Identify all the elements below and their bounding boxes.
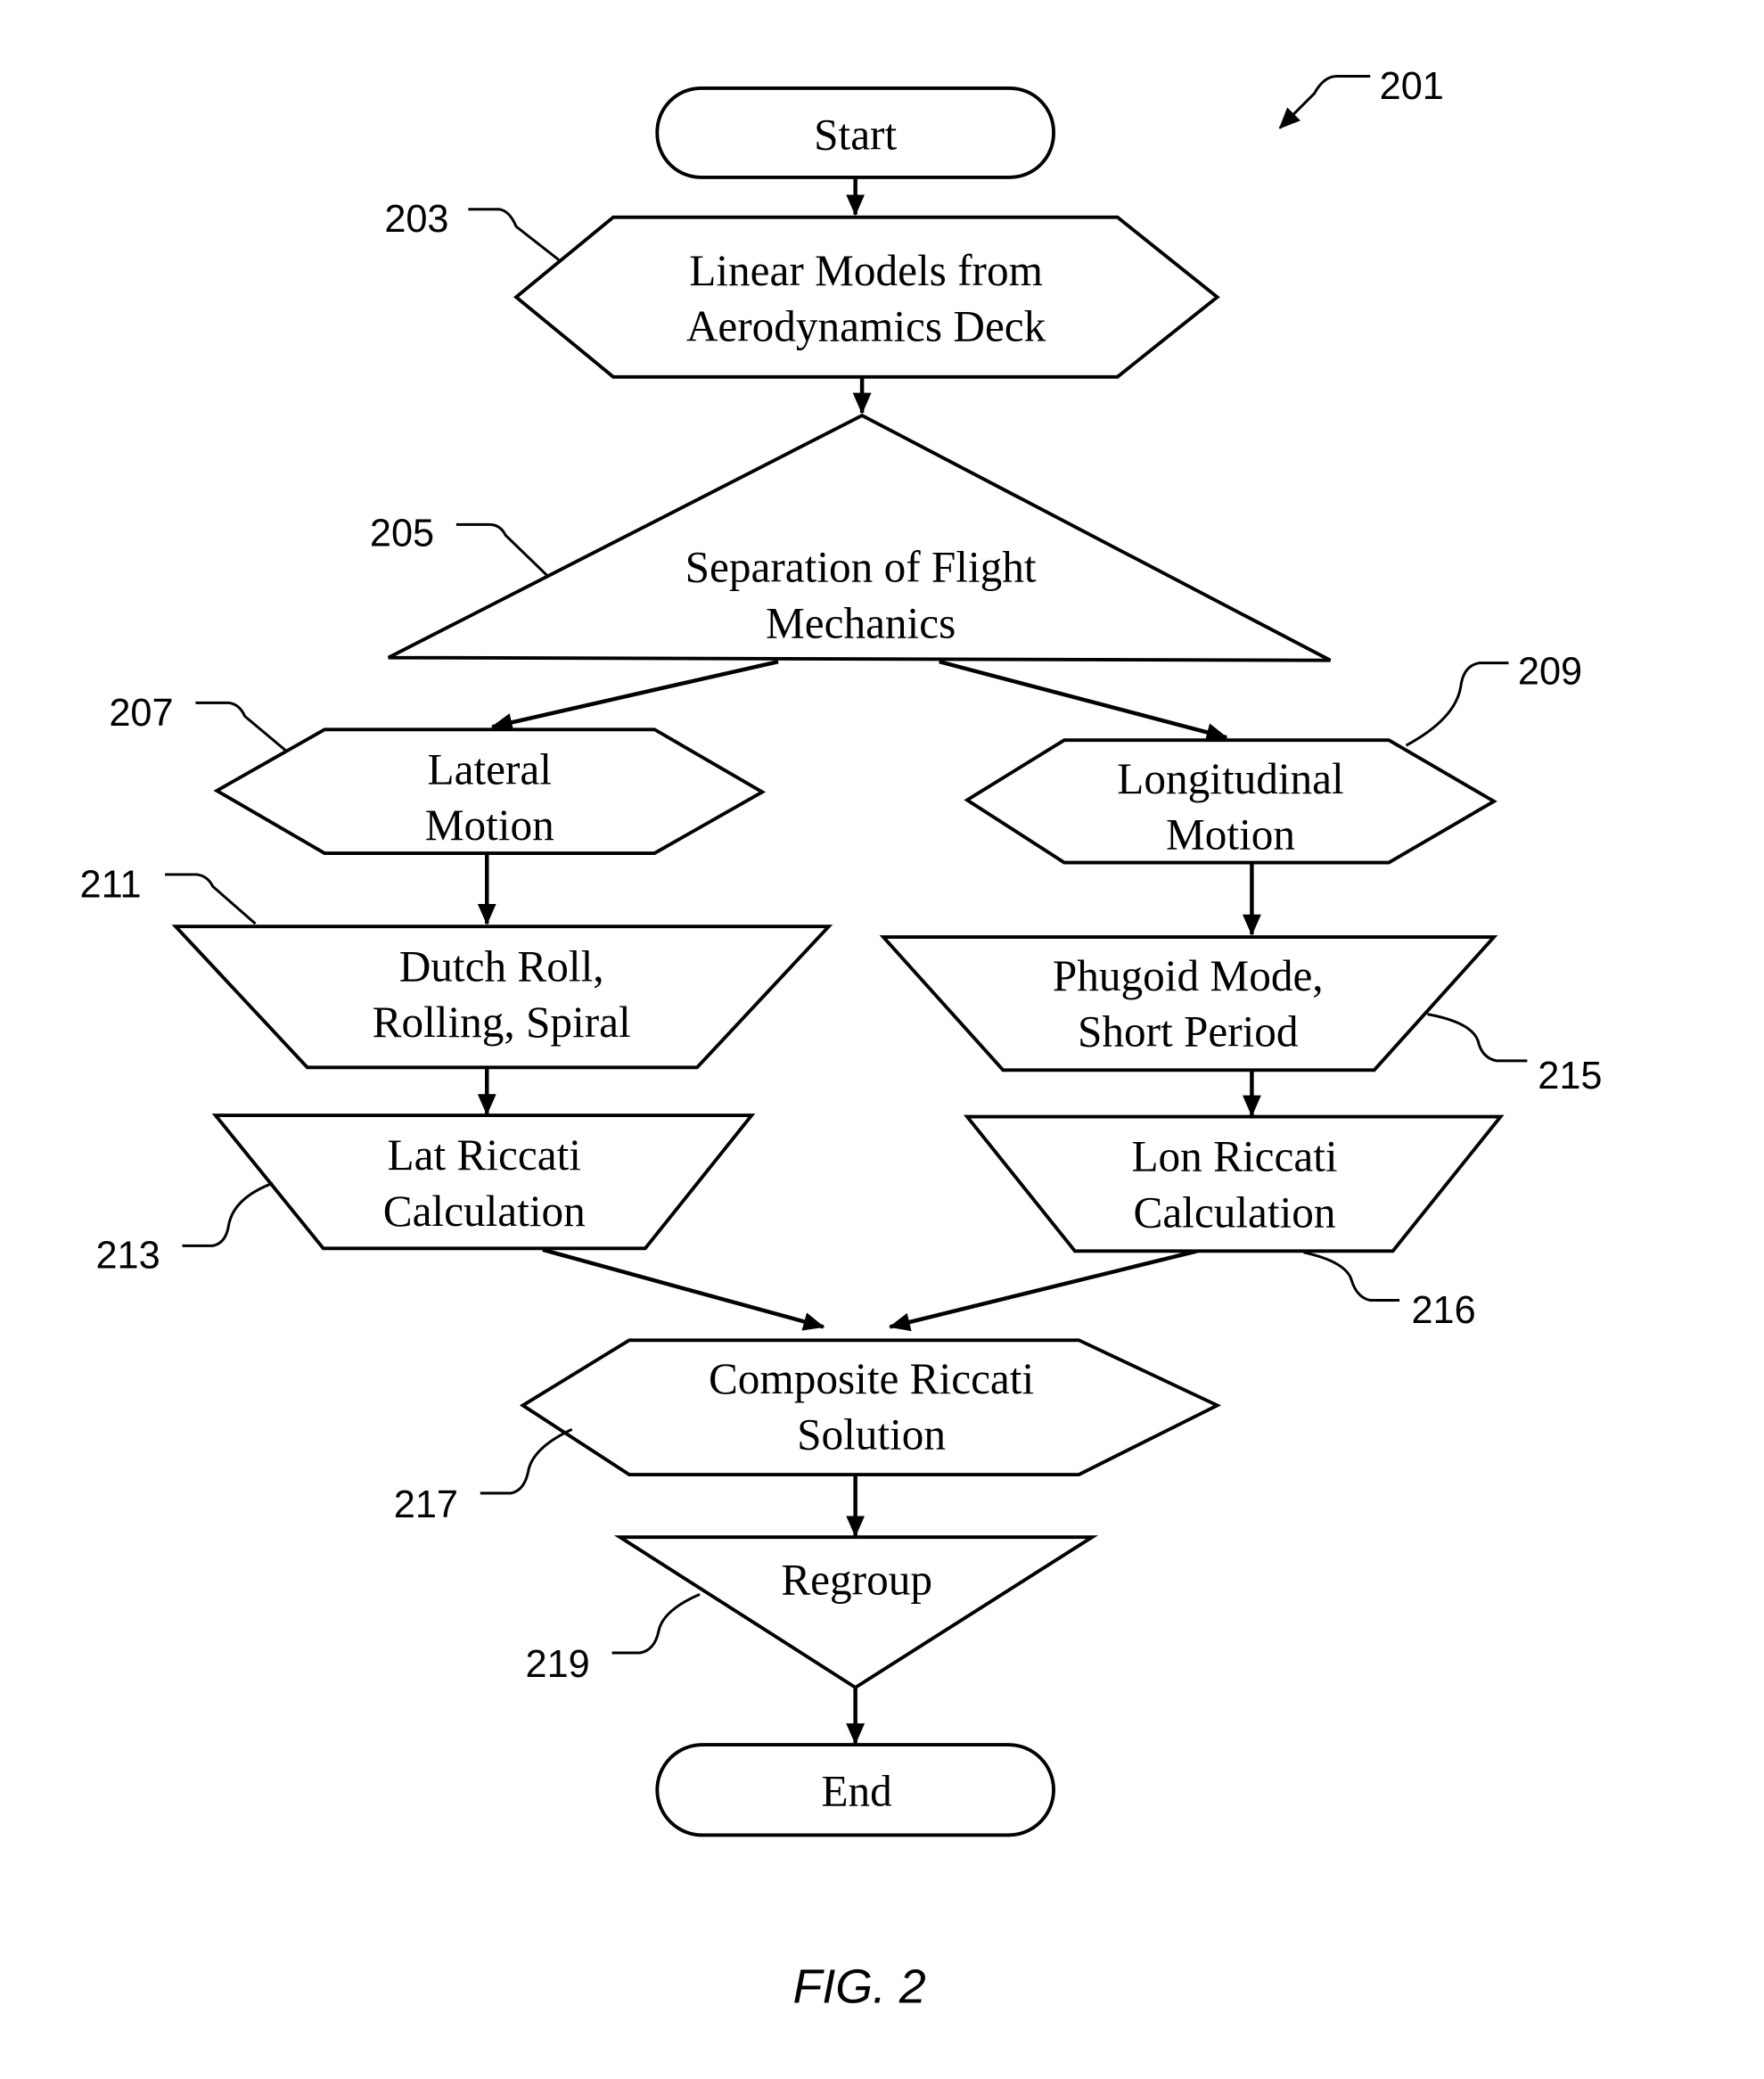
node-phugoid-line-1: Phugoid Mode, <box>1053 951 1324 1000</box>
leader-line <box>1427 1013 1528 1063</box>
node-longitudinal-motion[interactable]: Longitudinal Motion <box>964 738 1497 865</box>
node-start-label: Start <box>814 111 897 160</box>
reference-arrow-icon <box>1278 74 1371 129</box>
node-linear-models[interactable]: Linear Models from Aerodynamics Deck <box>513 215 1220 379</box>
ref-label-215: 215 <box>1427 1013 1602 1097</box>
hexagon-shape <box>513 215 1220 379</box>
node-longitudinal-motion-line-1: Longitudinal <box>1117 754 1343 803</box>
node-end[interactable]: End <box>655 1743 1055 1837</box>
node-separation-line-1: Separation of Flight <box>685 543 1037 592</box>
edge-lat-riccati-to-composite <box>542 1247 825 1331</box>
edge-separation-to-lateral <box>490 659 779 732</box>
node-dutch-roll-line-1: Dutch Roll, <box>399 941 604 990</box>
ref-number: 213 <box>95 1235 160 1278</box>
ref-number: 205 <box>370 512 434 555</box>
node-lon-riccati-line-1: Lon Riccati <box>1131 1132 1337 1181</box>
figure-reference-201: 201 <box>1278 65 1444 129</box>
ref-number: 215 <box>1538 1055 1602 1097</box>
ref-label-217: 217 <box>394 1427 573 1526</box>
node-lat-riccati[interactable]: Lat Riccati Calculation <box>211 1113 756 1251</box>
node-regroup-label: Regroup <box>781 1555 932 1604</box>
node-composite-riccati-line-2: Solution <box>797 1410 946 1459</box>
leader-line <box>165 873 257 925</box>
leader-line <box>182 1181 274 1247</box>
node-lateral-motion-line-2: Motion <box>425 801 554 850</box>
node-lon-riccati[interactable]: Lon Riccati Calculation <box>963 1114 1505 1253</box>
node-separation-line-2: Mechanics <box>766 598 956 647</box>
edge-separation-to-longitudinal <box>939 659 1228 742</box>
ref-number: 211 <box>80 863 142 906</box>
node-phugoid-line-2: Short Period <box>1078 1007 1299 1056</box>
leader-line <box>480 1427 573 1495</box>
node-linear-models-line-2: Aerodynamics Deck <box>686 301 1046 350</box>
node-end-label: End <box>821 1767 892 1816</box>
ref-label-211: 211 <box>80 863 257 925</box>
ref-number: 209 <box>1518 651 1582 694</box>
ref-label-209: 209 <box>1405 651 1582 747</box>
ref-number: 203 <box>384 198 448 241</box>
node-dutch-roll-line-2: Rolling, Spiral <box>373 998 631 1047</box>
node-phugoid[interactable]: Phugoid Mode, Short Period <box>879 935 1498 1072</box>
node-lat-riccati-line-2: Calculation <box>383 1187 586 1236</box>
leader-line <box>1405 662 1509 747</box>
node-start[interactable]: Start <box>655 86 1055 179</box>
leader-line <box>611 1592 701 1655</box>
ref-label-203: 203 <box>384 198 560 261</box>
figure-reference-label: 201 <box>1380 65 1444 108</box>
ref-number: 207 <box>109 692 173 735</box>
ref-label-205: 205 <box>370 512 548 577</box>
leader-line <box>455 522 548 577</box>
leader-line <box>195 701 287 752</box>
node-dutch-roll[interactable]: Dutch Roll, Rolling, Spiral <box>171 924 833 1070</box>
leader-line <box>468 208 560 261</box>
node-linear-models-line-1: Linear Models from <box>689 246 1043 295</box>
ref-label-216: 216 <box>1303 1251 1476 1332</box>
flowchart-diagram: 201 Start Linear Models from Aerodynamic… <box>80 65 1603 2014</box>
figure-caption: FIG. 2 <box>793 1960 926 2014</box>
node-lat-riccati-line-1: Lat Riccati <box>388 1130 581 1179</box>
ref-number: 219 <box>526 1643 590 1686</box>
leader-line <box>1303 1251 1400 1302</box>
node-composite-riccati-line-1: Composite Riccati <box>709 1354 1034 1403</box>
ref-label-219: 219 <box>526 1592 701 1686</box>
node-lateral-motion[interactable]: Lateral Motion <box>213 727 767 855</box>
ref-label-207: 207 <box>109 692 287 752</box>
ref-number: 216 <box>1411 1289 1475 1332</box>
node-longitudinal-motion-line-2: Motion <box>1166 810 1295 859</box>
node-separation[interactable]: Separation of Flight Mechanics <box>387 413 1332 662</box>
node-lateral-motion-line-1: Lateral <box>428 744 552 793</box>
node-regroup[interactable]: Regroup <box>613 1535 1098 1690</box>
ref-number: 217 <box>394 1483 458 1526</box>
node-lon-riccati-line-2: Calculation <box>1133 1187 1335 1237</box>
ref-label-213: 213 <box>95 1181 274 1278</box>
node-composite-riccati[interactable]: Composite Riccati Solution <box>519 1338 1222 1476</box>
edge-lon-riccati-to-composite <box>889 1249 1198 1332</box>
